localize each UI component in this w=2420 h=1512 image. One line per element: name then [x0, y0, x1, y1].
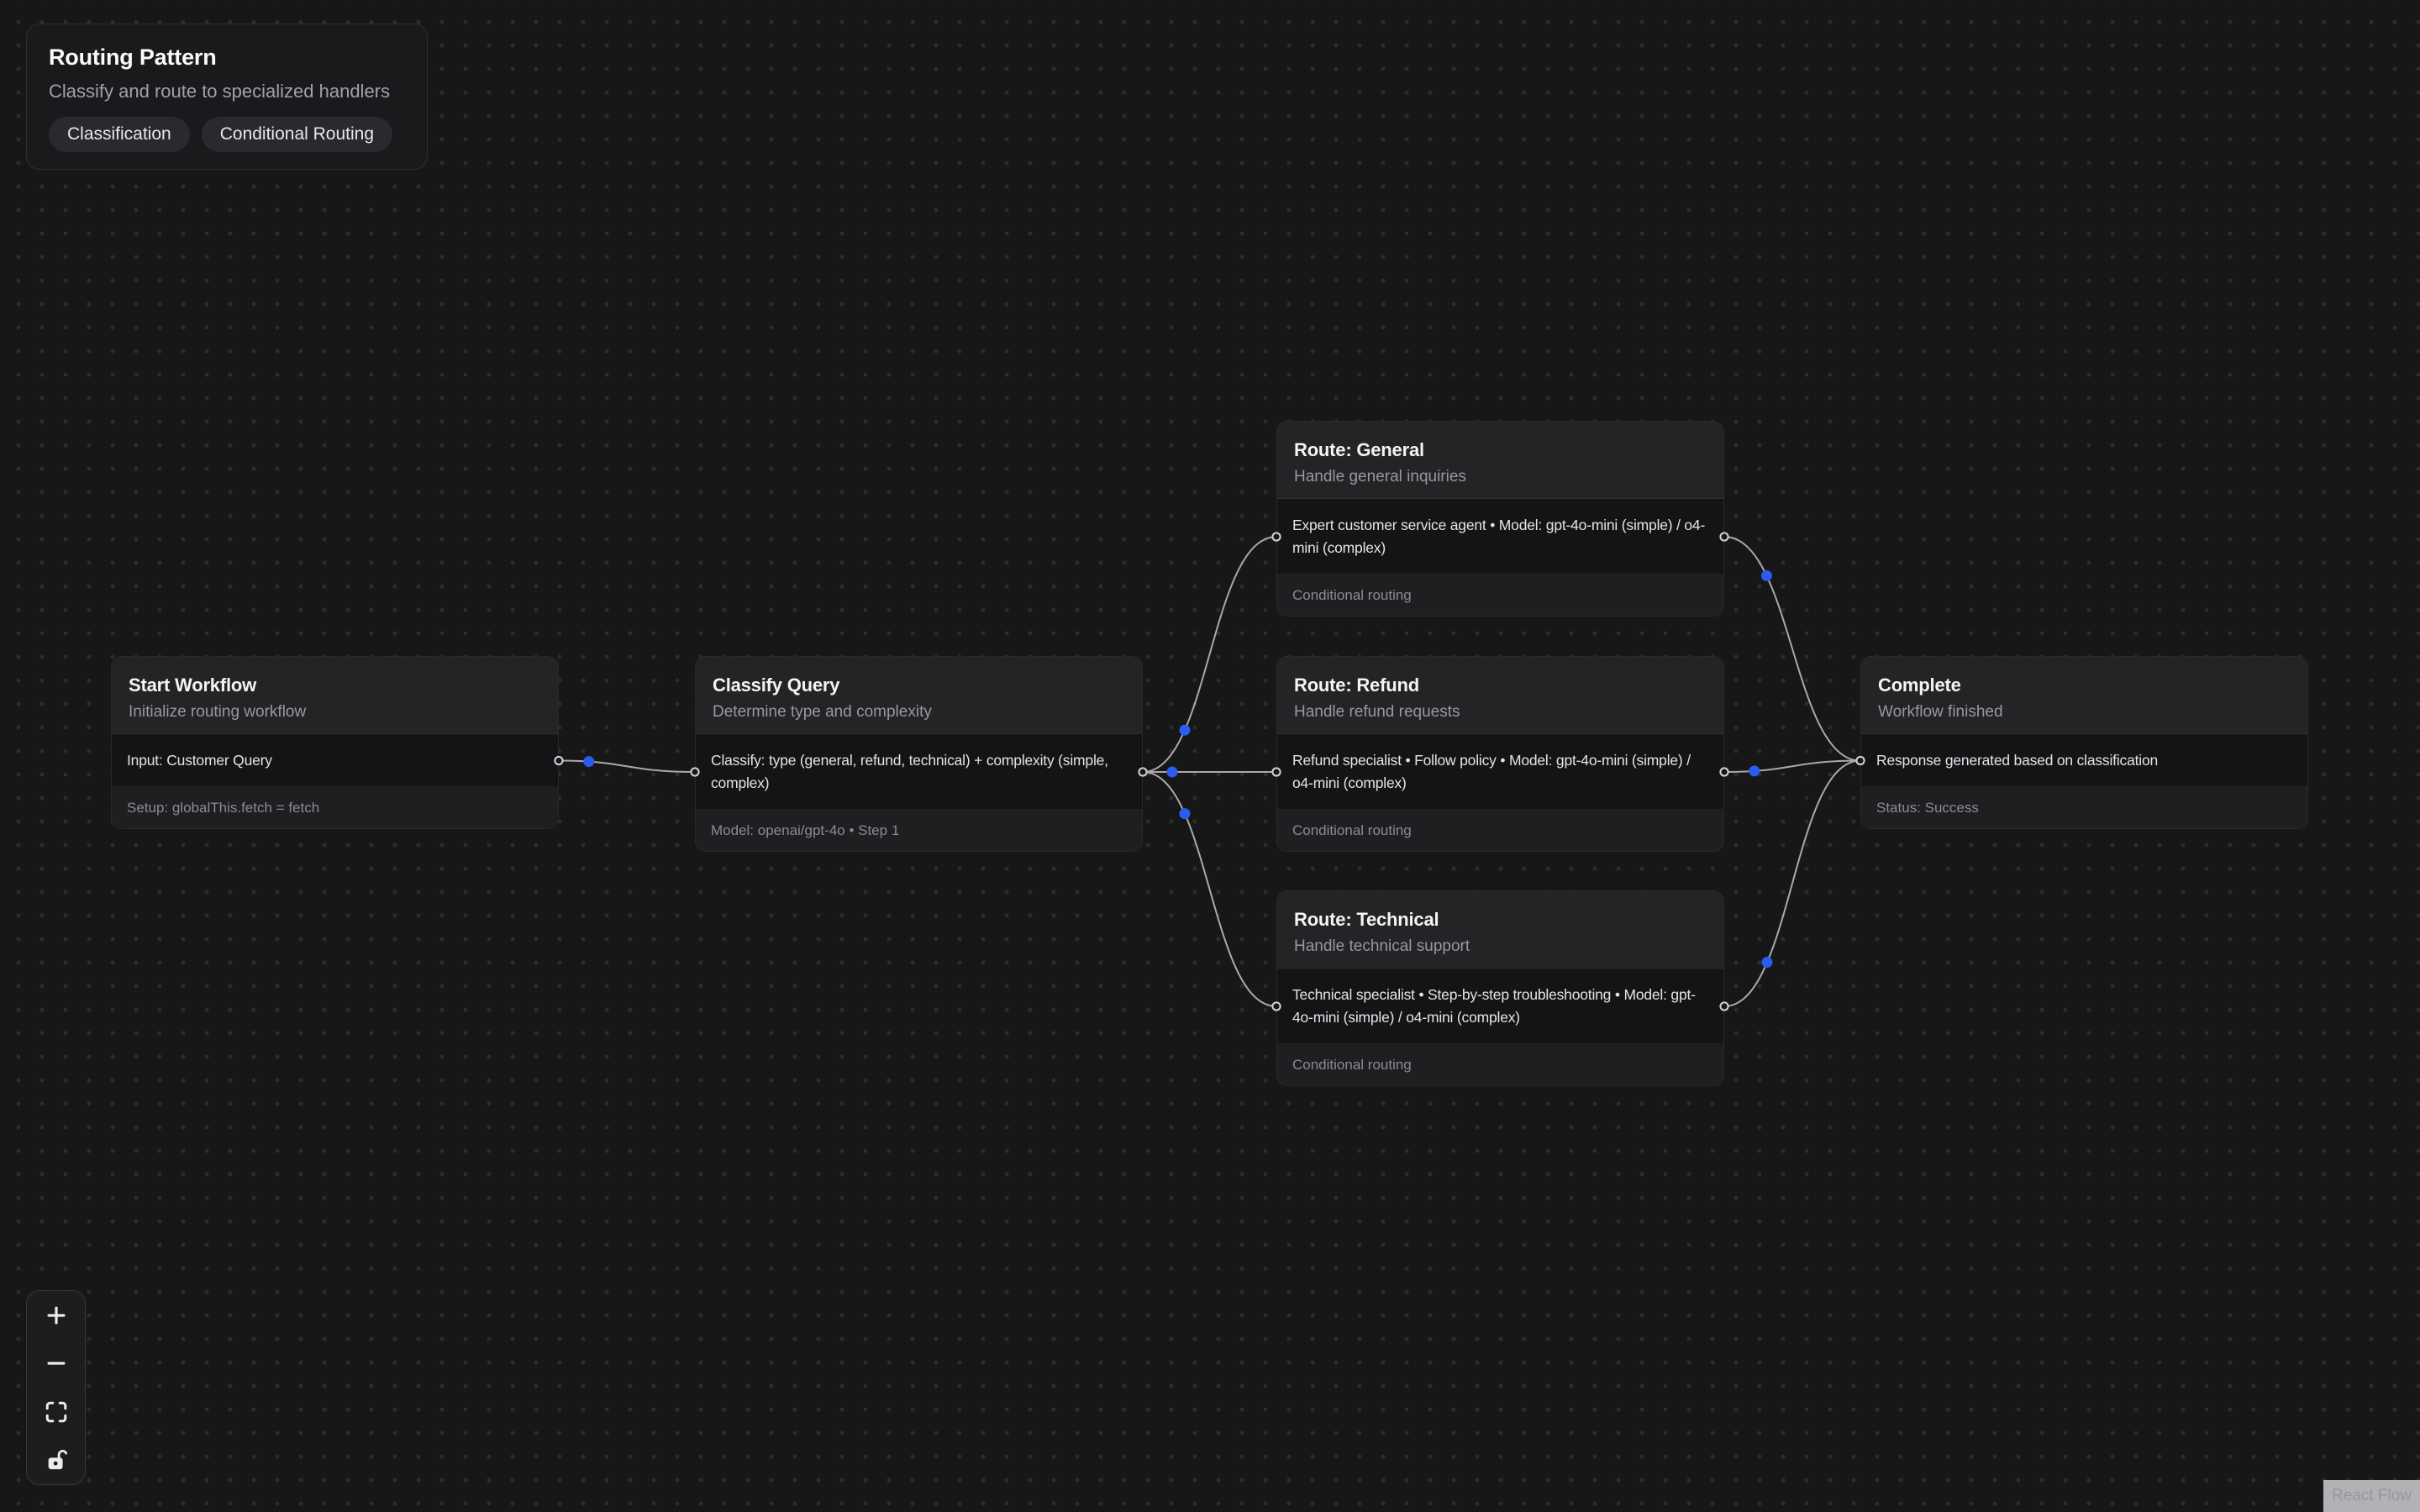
canvas-controls	[26, 1290, 86, 1485]
node-body: Technical specialist • Step-by-step trou…	[1277, 969, 1723, 1044]
node-header: Complete Workflow finished	[1861, 657, 2307, 734]
edge-particle	[1166, 767, 1177, 778]
react-flow-attribution[interactable]: React Flow	[2323, 1480, 2420, 1512]
node-header: Classify Query Determine type and comple…	[696, 657, 1142, 734]
node-subtitle: Handle technical support	[1294, 937, 1707, 956]
unlock-icon	[43, 1446, 70, 1473]
node-classify-query[interactable]: Classify Query Determine type and comple…	[695, 656, 1143, 852]
node-title: Classify Query	[713, 674, 1125, 697]
fit-view-icon	[44, 1399, 69, 1425]
node-footer: Conditional routing	[1277, 1044, 1723, 1085]
node-title: Route: General	[1294, 438, 1707, 462]
node-route-refund[interactable]: Route: Refund Handle refund requests Ref…	[1276, 656, 1724, 852]
node-footer: Status: Success	[1861, 787, 2307, 828]
node-title: Route: Technical	[1294, 908, 1707, 932]
node-route-general[interactable]: Route: General Handle general inquiries …	[1276, 421, 1724, 617]
node-subtitle: Handle refund requests	[1294, 702, 1707, 722]
node-body: Response generated based on classificati…	[1861, 734, 2307, 787]
node-subtitle: Determine type and complexity	[713, 702, 1125, 722]
node-title: Start Workflow	[129, 674, 541, 697]
edge-classify-to-route-general[interactable]	[1143, 537, 1276, 772]
edge-route-technical-to-complete[interactable]	[1724, 761, 1860, 1007]
edge-route-general-to-complete[interactable]	[1724, 537, 1860, 761]
zoom-in-button[interactable]	[27, 1291, 85, 1340]
fit-view-button[interactable]	[27, 1388, 85, 1436]
pattern-badges: Classification Conditional Routing	[49, 117, 405, 152]
edge-particle	[1179, 808, 1190, 819]
edge-particle	[1761, 570, 1772, 581]
node-body: Refund specialist • Follow policy • Mode…	[1277, 734, 1723, 810]
pattern-title: Routing Pattern	[49, 44, 405, 71]
node-route-technical[interactable]: Route: Technical Handle technical suppor…	[1276, 890, 1724, 1086]
plus-icon	[44, 1303, 69, 1328]
pattern-subtitle: Classify and route to specialized handle…	[49, 81, 405, 102]
node-header: Route: Refund Handle refund requests	[1277, 657, 1723, 734]
node-subtitle: Handle general inquiries	[1294, 467, 1707, 486]
lock-button[interactable]	[27, 1436, 85, 1485]
node-footer: Conditional routing	[1277, 575, 1723, 616]
badge-classification: Classification	[49, 117, 190, 152]
node-body: Input: Customer Query	[112, 734, 558, 787]
node-body: Expert customer service agent • Model: g…	[1277, 499, 1723, 575]
node-title: Route: Refund	[1294, 674, 1707, 697]
node-complete[interactable]: Complete Workflow finished Response gene…	[1860, 656, 2308, 829]
flow-canvas[interactable]: Start Workflow Initialize routing workfl…	[0, 0, 2420, 1512]
minus-icon	[44, 1351, 69, 1376]
node-header: Route: Technical Handle technical suppor…	[1277, 891, 1723, 969]
node-footer: Setup: globalThis.fetch = fetch	[112, 787, 558, 828]
node-footer: Conditional routing	[1277, 810, 1723, 851]
zoom-out-button[interactable]	[27, 1340, 85, 1389]
node-start-workflow[interactable]: Start Workflow Initialize routing workfl…	[111, 656, 559, 829]
edge-start-to-classify[interactable]	[559, 761, 695, 773]
node-title: Complete	[1878, 674, 2291, 697]
node-header: Start Workflow Initialize routing workfl…	[112, 657, 558, 734]
node-body: Classify: type (general, refund, technic…	[696, 734, 1142, 810]
edge-particle	[1749, 765, 1760, 776]
edge-particle	[1762, 957, 1773, 968]
node-subtitle: Workflow finished	[1878, 702, 2291, 722]
node-header: Route: General Handle general inquiries	[1277, 422, 1723, 499]
node-footer: Model: openai/gpt-4o • Step 1	[696, 810, 1142, 851]
pattern-info-card: Routing Pattern Classify and route to sp…	[26, 24, 428, 170]
edge-route-refund-to-complete[interactable]	[1724, 761, 1860, 773]
edge-particle	[583, 756, 594, 767]
edge-particle	[1179, 725, 1190, 736]
edge-classify-to-route-technical[interactable]	[1143, 772, 1276, 1006]
badge-conditional-routing: Conditional Routing	[202, 117, 392, 152]
node-subtitle: Initialize routing workflow	[129, 702, 541, 722]
attribution-label: React Flow	[2332, 1487, 2412, 1505]
